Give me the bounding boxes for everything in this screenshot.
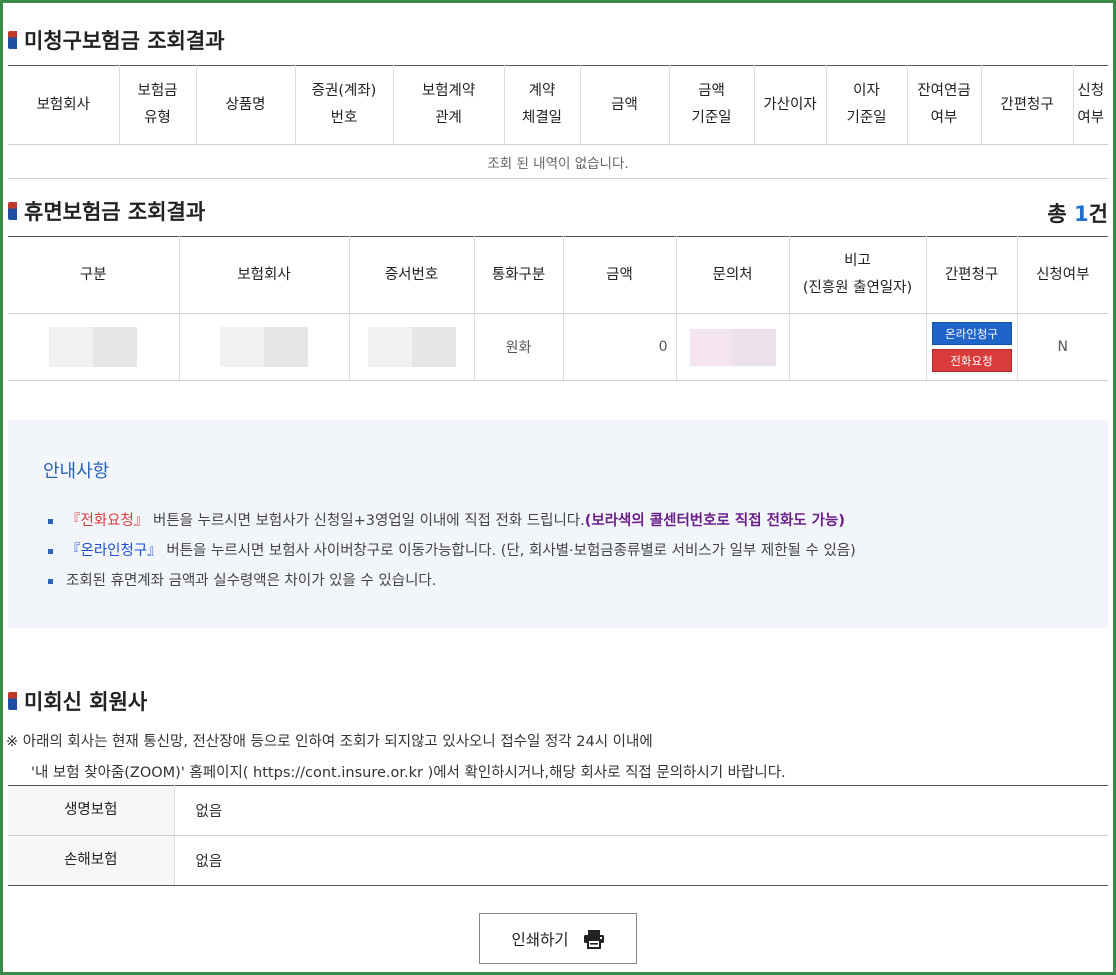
insurer-cell bbox=[179, 313, 350, 381]
header-category: 구분 bbox=[8, 236, 180, 314]
redacted-value bbox=[367, 327, 456, 367]
redacted-contact bbox=[689, 328, 776, 366]
dormant-total-count: 총 1건 bbox=[1047, 198, 1108, 228]
life-insurance-value: 없음 bbox=[174, 785, 1108, 836]
notice-text-1: 버튼을 누르시면 보험사가 신청일+3영업일 이내에 직접 전화 드립니다. bbox=[152, 513, 585, 529]
life-insurance-label: 생명보험 bbox=[8, 785, 175, 836]
call-request-button[interactable]: 전화요청 bbox=[931, 349, 1012, 372]
list-item: 『온라인청구』 버튼을 누르시면 보험사 사이버창구로 이동가능합니다. (단,… bbox=[46, 536, 856, 566]
unclaimed-empty-row: 조회 된 내역이 없습니다. bbox=[8, 144, 1108, 179]
certificate-number-cell bbox=[349, 313, 475, 381]
currency-cell: 원화 bbox=[474, 313, 564, 381]
empty-message: 조회 된 내역이 없습니다. bbox=[8, 144, 1108, 179]
header-interest-base-date: 이자 기준일 bbox=[826, 65, 908, 145]
notice-emphasis: (보라색의 콜센터번호로 직접 전화도 가능) bbox=[584, 513, 845, 529]
header-insurer: 보험회사 bbox=[179, 236, 350, 314]
total-suffix: 건 bbox=[1088, 202, 1108, 226]
non-reply-note-line2: '내 보험 찾아줌(ZOOM)' 홈페이지( https://cont.insu… bbox=[31, 765, 786, 781]
print-button[interactable]: 인쇄하기 bbox=[479, 913, 637, 964]
header-claim-type: 보험금 유형 bbox=[119, 65, 197, 145]
table-row: 손해보험 없음 bbox=[8, 835, 1108, 886]
notice-list: 『전화요청』 버튼을 누르시면 보험사가 신청일+3영업일 이내에 직접 전화 … bbox=[46, 506, 856, 596]
unclaimed-table: 보험회사 보험금 유형 상품명 증권(계좌) 번호 보험계약 관계 계약 체결일 금액 … bbox=[8, 65, 1108, 179]
table-row: 원화 0 온라인청구 전화요청 N bbox=[8, 313, 1108, 381]
non-life-insurance-label: 손해보험 bbox=[8, 835, 175, 886]
redacted-value bbox=[49, 327, 138, 367]
header-applied: 신청여부 bbox=[1017, 236, 1108, 314]
dormant-header-row: 구분 보험회사 증서번호 통화구분 금액 문의처 비고 (진흥원 출연일자) 간편… bbox=[8, 236, 1108, 314]
contact-cell[interactable] bbox=[676, 313, 790, 381]
section-marker-icon bbox=[8, 202, 17, 220]
notice-box: 안내사항 『전화요청』 버튼을 누르시면 보험사가 신청일+3영업일 이내에 직… bbox=[8, 420, 1108, 628]
list-item: 조회된 휴면계좌 금액과 실수령액은 차이가 있을 수 있습니다. bbox=[46, 566, 856, 596]
online-claim-highlight: 『온라인청구』 bbox=[66, 543, 162, 559]
header-amount: 금액 bbox=[563, 236, 677, 314]
header-applied: 신청여부 bbox=[1073, 65, 1108, 145]
table-row: 생명보험 없음 bbox=[8, 785, 1108, 836]
simple-claim-cell: 온라인청구 전화요청 bbox=[926, 313, 1018, 381]
header-amount: 금액 bbox=[580, 65, 670, 145]
non-life-insurance-value: 없음 bbox=[174, 835, 1108, 886]
header-contact: 문의처 bbox=[676, 236, 790, 314]
dormant-table: 구분 보험회사 증서번호 통화구분 금액 문의처 비고 (진흥원 출연일자) 간편… bbox=[8, 236, 1108, 381]
list-item: 『전화요청』 버튼을 누르시면 보험사가 신청일+3영업일 이내에 직접 전화 … bbox=[46, 506, 856, 536]
non-reply-note-line1: ※ 아래의 회사는 현재 통신망, 전산장애 등으로 인하여 조회가 되지않고 … bbox=[6, 734, 653, 750]
header-added-interest: 가산이자 bbox=[754, 65, 827, 145]
printer-icon bbox=[583, 929, 605, 949]
total-prefix: 총 bbox=[1047, 202, 1075, 226]
redacted-value bbox=[220, 327, 308, 367]
dormant-title-text: 휴면보험금 조회결과 bbox=[24, 200, 206, 224]
section-marker-icon bbox=[8, 31, 17, 49]
header-contract-relation: 보험계약 관계 bbox=[393, 65, 505, 145]
header-currency: 통화구분 bbox=[474, 236, 564, 314]
dormant-section-title: 휴면보험금 조회결과 bbox=[8, 196, 205, 226]
non-reply-section-title: 미회신 회원사 bbox=[8, 686, 147, 716]
notice-text-2: 버튼을 누르시면 보험사 사이버창구로 이동가능합니다. (단, 회사별·보험금… bbox=[166, 543, 856, 559]
non-reply-table: 생명보험 없음 손해보험 없음 bbox=[8, 785, 1108, 886]
unclaimed-header-row: 보험회사 보험금 유형 상품명 증권(계좌) 번호 보험계약 관계 계약 체결일 금액 … bbox=[8, 65, 1108, 145]
applied-cell: N bbox=[1017, 313, 1108, 381]
online-claim-button[interactable]: 온라인청구 bbox=[931, 322, 1012, 345]
notice-title: 안내사항 bbox=[43, 461, 110, 482]
remarks-cell bbox=[789, 313, 927, 381]
section-marker-icon bbox=[8, 692, 17, 710]
header-remaining-annuity: 잔여연금 여부 bbox=[907, 65, 982, 145]
call-request-highlight: 『전화요청』 bbox=[66, 513, 149, 529]
print-button-label: 인쇄하기 bbox=[511, 930, 569, 949]
unclaimed-title-text: 미청구보험금 조회결과 bbox=[24, 29, 225, 53]
notice-text-3: 조회된 휴면계좌 금액과 실수령액은 차이가 있을 수 있습니다. bbox=[66, 573, 437, 589]
page-frame: 미청구보험금 조회결과 보험회사 보험금 유형 상품명 증권(계좌) 번호 보험계약… bbox=[0, 0, 1116, 975]
header-insurer: 보험회사 bbox=[8, 65, 120, 145]
total-number: 1 bbox=[1074, 202, 1089, 226]
category-cell bbox=[8, 313, 180, 381]
header-amount-base-date: 금액 기준일 bbox=[669, 65, 755, 145]
non-reply-title-text: 미회신 회원사 bbox=[24, 690, 148, 714]
header-policy-number: 증권(계좌) 번호 bbox=[295, 65, 394, 145]
header-contract-date: 계약 체결일 bbox=[504, 65, 581, 145]
header-simple-claim: 간편청구 bbox=[981, 65, 1074, 145]
header-simple-claim: 간편청구 bbox=[926, 236, 1018, 314]
header-remarks: 비고 (진흥원 출연일자) bbox=[789, 236, 927, 314]
header-certificate-number: 증서번호 bbox=[349, 236, 475, 314]
unclaimed-section-title: 미청구보험금 조회결과 bbox=[8, 25, 225, 55]
header-product-name: 상품명 bbox=[196, 65, 296, 145]
amount-cell: 0 bbox=[563, 313, 677, 381]
